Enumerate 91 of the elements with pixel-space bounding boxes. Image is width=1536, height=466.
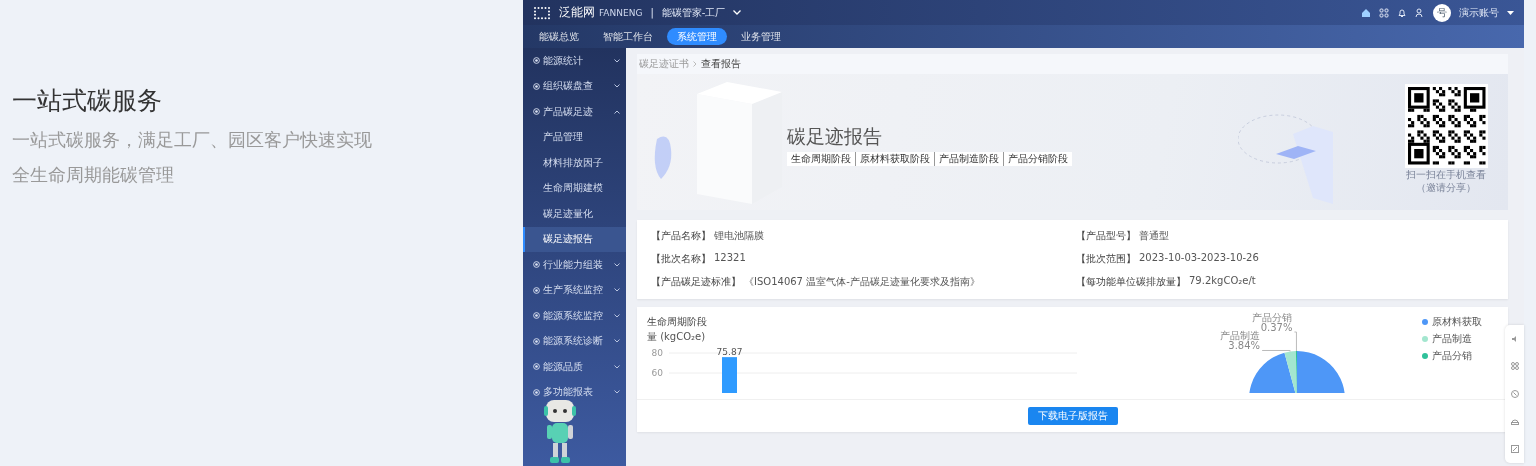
sidebar-item[interactable]: 生产系统监控 <box>523 277 626 303</box>
sidebar-item[interactable]: 能源系统诊断 <box>523 328 626 354</box>
chevron-up-icon <box>614 109 620 114</box>
bell-icon[interactable] <box>1397 7 1407 18</box>
legend-label: 产品制造 <box>1432 332 1472 346</box>
field-value: 《ISO14067 温室气体-产品碳足迹量化要求及指南》 <box>744 275 980 289</box>
qr-caption: 扫一扫在手机查看 <box>1406 168 1487 181</box>
field-label: 【批次范围】 <box>1076 252 1136 266</box>
grid-icon[interactable] <box>1379 7 1389 18</box>
sidebar-subitem[interactable]: 产品管理 <box>523 124 626 150</box>
field-label: 【产品名称】 <box>651 229 711 243</box>
report-title: 碳足迹报告 <box>787 124 883 149</box>
circle-dot-icon <box>533 82 540 90</box>
stage-label: 原材料获取阶段 <box>855 152 934 166</box>
sidebar-item[interactable]: 产品碳足迹 <box>523 99 626 125</box>
sidebar-subitem[interactable]: 碳足迹量化 <box>523 201 626 227</box>
qr-subcaption: （邀请分享） <box>1416 181 1477 194</box>
sidebar-subitem[interactable]: 材料排放因子 <box>523 150 626 176</box>
dot-grid-logo-icon <box>533 5 551 20</box>
edit-icon[interactable] <box>1510 445 1519 454</box>
user-avatar[interactable]: 号 <box>1433 3 1451 22</box>
chevron-down-icon <box>614 390 620 395</box>
stage-label: 产品分销阶段 <box>1003 152 1072 166</box>
chevron-right-icon <box>693 61 697 67</box>
logo-subtitle: FANNENG <box>599 7 643 18</box>
circle-dot-icon <box>533 286 540 294</box>
nav-tab[interactable]: 智能工作台 <box>593 28 663 45</box>
speaker-icon[interactable] <box>1510 334 1519 343</box>
section-title: 一站式碳服务 <box>12 85 163 117</box>
circle-dot-icon <box>533 261 540 269</box>
field-label: 【产品型号】 <box>1076 229 1136 243</box>
circle-dot-icon <box>533 388 540 396</box>
slice-label: 产品分销 <box>1252 312 1293 323</box>
nav-tab[interactable]: 业务管理 <box>731 28 791 45</box>
slice-value: 0.37% <box>1260 322 1293 333</box>
field-value: 锂电池隔膜 <box>714 229 764 243</box>
axis-label: 量 (kgCO₂e) <box>647 331 706 342</box>
user-icon[interactable] <box>1415 7 1425 18</box>
robot-mascot-drawing <box>543 398 577 464</box>
field-value: 79.2kgCO₂e/t <box>1189 275 1256 288</box>
sidebar-item[interactable]: 能源系统监控 <box>523 303 626 329</box>
field-value: 2023-10-03-2023-10-26 <box>1139 252 1259 265</box>
sidebar-item[interactable]: 行业能力组装 <box>523 252 626 278</box>
legend-label: 产品分销 <box>1432 349 1472 363</box>
circle-dot-icon <box>533 363 540 371</box>
grid-icon[interactable] <box>1510 362 1519 371</box>
chevron-down-icon <box>614 288 620 293</box>
chevron-down-icon <box>614 339 620 344</box>
caret-down-icon[interactable] <box>1507 10 1514 15</box>
circle-dot-icon <box>533 57 540 65</box>
sidebar-item[interactable]: 能源统计 <box>523 48 626 74</box>
sidebar-subitem[interactable]: 生命周期建模 <box>523 175 626 201</box>
chevron-down-icon <box>614 262 620 267</box>
sidebar-item[interactable]: 多功能报表 <box>523 379 626 405</box>
stage-label: 产品制造阶段 <box>934 152 1003 166</box>
home-icon[interactable] <box>1361 7 1371 18</box>
sidebar-item[interactable]: 能源品质 <box>523 354 626 380</box>
sidebar-subitem[interactable]: 碳足迹报告 <box>523 226 626 252</box>
workspace-switcher[interactable]: 能碳管家-工厂 <box>661 5 726 20</box>
circle-dot-icon <box>533 312 540 320</box>
nav-tab[interactable]: 能碳总览 <box>529 28 589 45</box>
circle-dot-icon <box>533 337 540 345</box>
chevron-down-icon <box>614 84 620 89</box>
sidebar-item[interactable]: 组织碳盘查 <box>523 73 626 99</box>
leader-line <box>1261 350 1291 352</box>
field-value: 12321 <box>714 252 746 265</box>
download-report-button[interactable]: 下载电子版报告 <box>1027 407 1118 425</box>
separator: | <box>650 7 654 18</box>
chevron-down-icon[interactable] <box>733 10 742 15</box>
stage-label: 生命周期阶段 <box>790 152 852 166</box>
chevron-down-icon <box>614 313 620 318</box>
circle-dot-icon <box>533 108 540 116</box>
field-label: 【产品碳足迹标准】 <box>651 275 741 289</box>
tick-label: 80 <box>651 348 663 358</box>
slice-label: 产品制造 <box>1220 330 1261 342</box>
leader-line <box>1293 331 1297 352</box>
section-title: 生命周期阶段 <box>647 315 708 329</box>
data-label: 75.87 <box>716 347 743 358</box>
field-label: 【每功能单位碳排放量】 <box>1076 275 1186 289</box>
tick-label: 60 <box>651 368 663 378</box>
slice-value: 3.84% <box>1228 340 1261 352</box>
bar <box>722 357 737 393</box>
field-label: 【批次名称】 <box>651 252 711 266</box>
chevron-down-icon <box>614 58 620 63</box>
account-name[interactable]: 演示账号 <box>1459 5 1499 20</box>
breadcrumb-item: 查看报告 <box>701 57 741 71</box>
logo-text: 泛能网 <box>559 4 595 21</box>
chevron-down-icon <box>614 364 620 369</box>
section-description: 一站式碳服务，满足工厂、园区客户快速实现全生命周期能碳管理 <box>12 128 372 187</box>
legend-label: 原材料获取 <box>1432 315 1482 329</box>
field-value: 普通型 <box>1139 229 1169 243</box>
